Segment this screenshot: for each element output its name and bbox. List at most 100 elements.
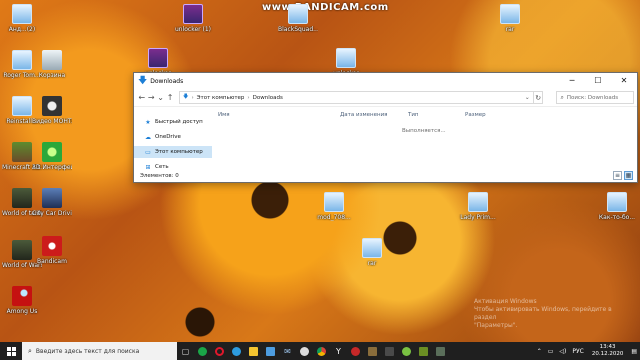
forward-arrow-icon[interactable]: → [146,91,155,105]
bandicam-icon [42,236,62,256]
recycle-bin-icon [42,50,62,70]
edge-icon[interactable] [228,342,245,360]
volume-icon[interactable]: ◁) [556,348,569,355]
network-icon[interactable]: ▭ [545,348,557,355]
file-list: Имя Дата изменения Тип Размер Выполняетс… [212,108,637,172]
desktop-icon[interactable]: Lady Prim... [458,192,498,221]
column-header-date[interactable]: Дата изменения [340,112,387,118]
star-icon: ★ [145,118,151,126]
file-icon [336,48,356,68]
desktop-icon-label: rar [367,260,377,267]
chrome-icon[interactable] [313,342,330,360]
nav-item-this-pc[interactable]: ▭ Этот компьютер [134,146,212,158]
kaspersky-icon[interactable] [194,342,211,360]
notification-icon[interactable]: ▤ [628,348,640,355]
desktop-icon[interactable]: Анд...(2) [2,4,42,33]
chevron-down-icon[interactable]: ⌄ [156,91,165,105]
yandex-icon[interactable]: Y [330,342,347,360]
mail-icon[interactable]: ✉ [279,342,296,360]
desktop-icon[interactable]: City Car Driving [32,188,72,217]
tank-icon [12,188,32,208]
close-button[interactable]: ✕ [611,73,637,89]
details-view-icon[interactable]: ≡ [613,171,622,180]
film-reel-icon[interactable] [296,342,313,360]
search-icon: ⌕ [560,93,564,101]
file-icon [12,96,32,116]
breadcrumb-this-pc[interactable]: Этот компьютер [197,95,245,101]
task-view-icon[interactable]: ▢ [177,342,194,360]
clock[interactable]: 13:43 20.12.2020 [587,344,629,358]
file-icon [12,4,32,24]
column-header-name[interactable]: Имя [218,112,230,118]
address-bar[interactable]: 🡇 › Этот компьютер › Downloads ⌄ [178,91,534,104]
system-tray: ⌃ ▭ ◁) РУС 13:43 20.12.2020 ▤ [534,342,640,360]
desktop-icon-label: City Car Driving [32,210,72,217]
windows-activation-notice: Активация Windows Чтобы активировать Win… [474,298,634,330]
tank-icon[interactable] [381,342,398,360]
file-icon [468,192,488,212]
desktop-icon[interactable]: rar [490,4,530,33]
minecraft-icon [12,142,32,162]
desktop-icon[interactable]: unlocker (1) [173,4,213,33]
desktop-icon[interactable]: mod_708... [314,192,354,221]
nav-item-label: OneDrive [155,134,181,140]
taskbar: ⌕ Введите здесь текст для поиска ▢ ✉ Y ⌃… [0,342,640,360]
desktop-icon-label: 3D Интерфейс [32,164,72,171]
minecraft-icon[interactable] [415,342,432,360]
desktop-icon-label: Lady Prim... [460,214,496,221]
desktop-icon-label: Видео МОНТАЖ [32,118,72,125]
desktop-icon-label: Корзина [38,72,66,79]
game-icon[interactable] [364,342,381,360]
desktop-icon-label: mod_708... [317,214,351,221]
desktop-icon[interactable]: 3D Интерфейс [32,142,72,171]
maximize-button[interactable]: ☐ [585,73,611,89]
chevron-down-icon[interactable]: ⌄ [525,94,530,101]
search-input[interactable]: ⌕ Поиск: Downloads [556,91,634,104]
language-indicator[interactable]: РУС [569,348,586,355]
activation-text-2: "Параметры". [474,322,518,329]
back-arrow-icon[interactable]: ← [137,91,146,105]
cloud-icon: ☁ [145,133,151,141]
activation-text: Чтобы активировать Windows, перейдите в … [474,306,612,321]
opera-icon[interactable] [211,342,228,360]
desktop-icon[interactable]: Among Us [2,286,42,315]
chevron-up-icon[interactable]: ⌃ [534,348,545,355]
taskbar-search-placeholder: Введите здесь текст для поиска [35,347,140,355]
navigation-bar: ← → ⌄ ↑ 🡇 › Этот компьютер › Downloads ⌄… [134,89,637,107]
status-bar: Элементов: 0 ≡ ▦ [134,170,637,182]
computer-icon: ▭ [145,148,151,156]
desktop-icon[interactable]: BlackSquad... [278,4,318,33]
store-icon[interactable] [262,342,279,360]
desktop-icon[interactable]: Bandicam [32,236,72,265]
minimize-button[interactable]: ─ [559,73,585,89]
title-bar[interactable]: 🡇 Downloads ─ ☐ ✕ [134,73,637,89]
column-header-type[interactable]: Тип [408,112,419,118]
download-folder-icon: 🡇 [182,94,189,100]
file-icon [324,192,344,212]
start-button[interactable] [0,342,22,360]
file-icon [362,238,382,258]
desktop-icon-label: Как-то-бо... [598,214,636,221]
among-us-icon [12,286,32,306]
up-arrow-icon[interactable]: ↑ [165,91,174,105]
desktop-icon[interactable]: Видео МОНТАЖ [32,96,72,125]
refresh-icon[interactable]: ↻ [533,91,544,104]
utorrent-icon[interactable] [398,342,415,360]
nav-item-label: Быстрый доступ [155,119,203,125]
large-icons-view-icon[interactable]: ▦ [624,171,633,180]
column-header-size[interactable]: Размер [465,112,486,118]
navigation-pane: ★ Быстрый доступ ☁ OneDrive ▭ Этот компь… [134,108,212,172]
file-explorer-icon[interactable] [245,342,262,360]
bandicam-icon[interactable] [347,342,364,360]
taskbar-search-input[interactable]: ⌕ Введите здесь текст для поиска [22,342,177,360]
desktop-icon[interactable]: Корзина [32,50,72,79]
desktop-icon-label: Bandicam [37,258,67,265]
breadcrumb-downloads[interactable]: Downloads [253,95,283,101]
windows-logo-icon [6,346,16,356]
desktop-icon[interactable]: Как-то-бо... [597,192,637,221]
settings-icon[interactable] [432,342,449,360]
nav-item-onedrive[interactable]: ☁ OneDrive [134,131,212,143]
download-arrow-icon: 🡇 [138,76,148,86]
nav-item-quick-access[interactable]: ★ Быстрый доступ [134,116,212,128]
desktop-icon[interactable]: rar [352,238,392,267]
